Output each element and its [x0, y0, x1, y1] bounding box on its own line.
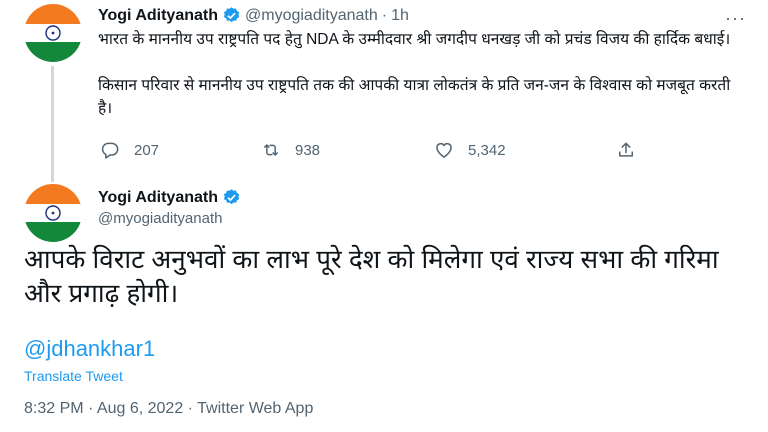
like-button[interactable]: 5,342 [434, 140, 506, 160]
share-button[interactable] [616, 140, 650, 160]
tweet-text: आपके विराट अनुभवों का लाभ पूरे देश को मि… [24, 244, 719, 308]
tweet-time[interactable]: 1h [391, 7, 409, 25]
tweet-header: Yogi Adityanath @myogiadityanath · 1h [98, 6, 409, 25]
mention-link[interactable]: @jdhankhar1 [24, 336, 155, 362]
like-count: 5,342 [468, 141, 506, 159]
tweet-paragraph: किसान परिवार से माननीय उप राष्ट्रपति तक … [98, 77, 731, 117]
tweet-timestamp[interactable]: 8:32 PM · Aug 6, 2022 · Twitter Web App [24, 400, 313, 418]
india-flag-icon [24, 4, 82, 62]
more-icon[interactable]: ··· [725, 8, 746, 29]
verified-badge-icon [223, 189, 240, 205]
retweet-icon [264, 144, 278, 156]
india-flag-icon [24, 184, 82, 242]
reply-count: 207 [134, 141, 160, 159]
tweet-paragraph: भारत के माननीय उप राष्ट्रपति पद हेतु NDA… [98, 31, 731, 48]
separator-dot: · [381, 6, 388, 24]
author-handle[interactable]: @myogiadityanath [245, 7, 378, 25]
verified-badge-icon [223, 7, 240, 23]
tweet-text: भारत के माननीय उप राष्ट्रपति पद हेतु NDA… [98, 28, 738, 120]
share-icon [619, 142, 633, 157]
author-name[interactable]: Yogi Adityanath [98, 189, 218, 207]
tweet-actions: 207 938 5,342 [98, 140, 658, 164]
author-handle[interactable]: @myogiadityanath [98, 210, 222, 227]
translate-tweet-link[interactable]: Translate Tweet [24, 368, 123, 384]
reply-icon [101, 142, 119, 159]
avatar[interactable] [24, 4, 82, 62]
reply-button[interactable]: 207 [100, 140, 159, 160]
retweet-count: 938 [295, 141, 321, 159]
avatar[interactable] [24, 184, 82, 242]
heart-icon [436, 142, 452, 158]
tweet-reply-context[interactable]: Yogi Adityanath @myogiadityanath · 1h ··… [0, 0, 768, 182]
retweet-button[interactable]: 938 [261, 140, 320, 160]
author-name[interactable]: Yogi Adityanath [98, 7, 218, 25]
tweet-header: Yogi Adityanath [98, 188, 241, 207]
main-tweet: Yogi Adityanath @myogiadityanath आपके वि… [0, 176, 768, 432]
thread-connector [51, 66, 54, 182]
